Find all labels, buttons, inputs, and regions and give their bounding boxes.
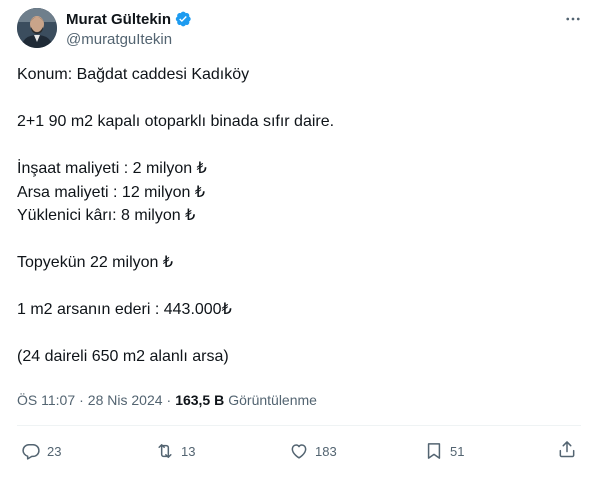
- tweet-line-construction-cost: İnşaat maliyeti : 2 milyon ₺: [17, 160, 207, 177]
- tweet-line-land-info: (24 daireli 650 m2 alanlı arsa): [17, 348, 229, 365]
- retweet-count: 13: [181, 443, 196, 459]
- views-count: 163,5 B: [175, 392, 225, 408]
- tweet-line-location: Konum: Bağdat caddesi Kadıköy: [17, 66, 250, 83]
- author-block: Murat Gültekin @muratguItekin: [66, 9, 192, 50]
- bookmark-icon: [427, 443, 441, 459]
- meta-separator: ·: [79, 392, 84, 408]
- avatar-image: [17, 8, 57, 48]
- tweet-date[interactable]: 28 Nis 2024: [88, 392, 163, 408]
- display-name[interactable]: Murat Gültekin: [66, 11, 171, 28]
- share-icon: [559, 441, 575, 458]
- tweet-line-apartment: 2+1 90 m2 kapalı otoparklı binada sıfır …: [17, 113, 335, 130]
- more-dots-icon[interactable]: [562, 8, 584, 30]
- like-button[interactable]: 183: [289, 438, 337, 464]
- retweet-button[interactable]: 13: [155, 438, 195, 464]
- tweet-text: Konum: Bağdat caddesi Kadıköy 2+1 90 m2 …: [17, 63, 577, 369]
- tweet-line-price-per-m2: 1 m2 arsanın ederi : 443.000₺: [17, 301, 232, 318]
- reply-count: 23: [47, 443, 62, 459]
- tweet-line-contractor-profit: Yüklenici kârı: 8 milyon ₺: [17, 207, 196, 224]
- bookmark-count: 51: [450, 443, 465, 459]
- meta-separator: ·: [166, 392, 172, 408]
- views-label: Görüntülenme: [228, 392, 317, 408]
- heart-icon: [291, 444, 307, 459]
- share-button[interactable]: [557, 439, 577, 464]
- verified-badge-icon[interactable]: [174, 10, 192, 28]
- handle[interactable]: @muratguItekin: [66, 30, 192, 50]
- like-count: 183: [315, 443, 337, 459]
- retweet-icon: [158, 444, 172, 458]
- tweet-meta: ÖS 11:07 · 28 Nis 2024 · 163,5 B Görüntü…: [17, 390, 317, 410]
- tweet: Murat Gültekin @muratguItekin Konum: Bağ…: [0, 0, 598, 479]
- avatar[interactable]: [17, 8, 57, 48]
- divider: [17, 425, 581, 426]
- reply-icon: [22, 444, 40, 460]
- tweet-time[interactable]: ÖS 11:07: [17, 392, 75, 408]
- tweet-line-land-cost: Arsa maliyeti : 12 milyon ₺: [17, 183, 206, 201]
- bookmark-button[interactable]: 51: [424, 438, 464, 464]
- action-bar: 23 13 183 51: [0, 438, 598, 464]
- reply-button[interactable]: 23: [21, 438, 61, 464]
- tweet-line-total: Topyekün 22 milyon ₺: [17, 254, 174, 271]
